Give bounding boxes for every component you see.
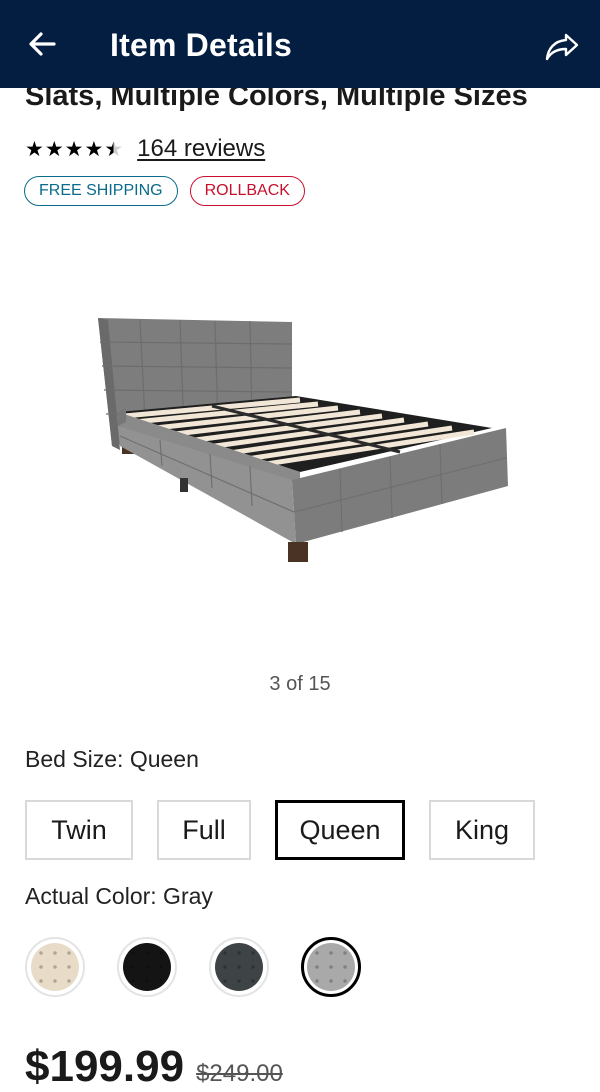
- size-selector: Twin Full Queen King: [25, 800, 535, 860]
- badges: FREE SHIPPING ROLLBACK: [24, 176, 305, 206]
- size-option-king[interactable]: King: [429, 800, 535, 860]
- color-swatch-gray[interactable]: [301, 937, 361, 997]
- star-icon: ★: [44, 137, 64, 161]
- was-price: $249.00: [196, 1060, 283, 1087]
- color-swatch-beige[interactable]: [25, 937, 85, 997]
- star-icon: ★: [64, 137, 84, 161]
- current-price: $199.99: [25, 1042, 185, 1091]
- half-star-icon: ★: [104, 137, 124, 161]
- swatch-fill: [31, 943, 79, 991]
- free-shipping-badge: FREE SHIPPING: [24, 176, 178, 206]
- page-title: Item Details: [110, 27, 293, 63]
- size-option-queen[interactable]: Queen: [275, 800, 405, 860]
- star-rating: ★ ★ ★ ★ ★: [25, 139, 123, 160]
- color-swatch-dark-gray[interactable]: [209, 937, 269, 997]
- app-bar: Item Details: [0, 0, 600, 88]
- swatch-fill: [215, 943, 263, 991]
- reviews-link[interactable]: 164 reviews: [137, 135, 265, 163]
- size-label: Bed Size: Queen: [25, 746, 199, 772]
- price-row: $199.99 $249.00: [25, 1042, 283, 1092]
- rating-row: ★ ★ ★ ★ ★ 164 reviews: [25, 134, 265, 164]
- size-option-full[interactable]: Full: [157, 800, 251, 860]
- star-icon: ★: [25, 137, 44, 161]
- share-icon[interactable]: [542, 26, 582, 66]
- product-image[interactable]: [0, 240, 600, 660]
- color-swatch-black[interactable]: [117, 937, 177, 997]
- size-option-twin[interactable]: Twin: [25, 800, 133, 860]
- color-label: Actual Color: Gray: [25, 883, 213, 909]
- swatch-fill: [123, 943, 171, 991]
- bed-illustration: [98, 318, 508, 562]
- star-icon: ★: [84, 137, 104, 161]
- swatch-fill: [307, 943, 355, 991]
- color-selector: [25, 937, 361, 997]
- arrow-left-icon[interactable]: [24, 26, 60, 62]
- image-pager: 3 of 15: [269, 673, 331, 695]
- rollback-badge: ROLLBACK: [189, 176, 305, 206]
